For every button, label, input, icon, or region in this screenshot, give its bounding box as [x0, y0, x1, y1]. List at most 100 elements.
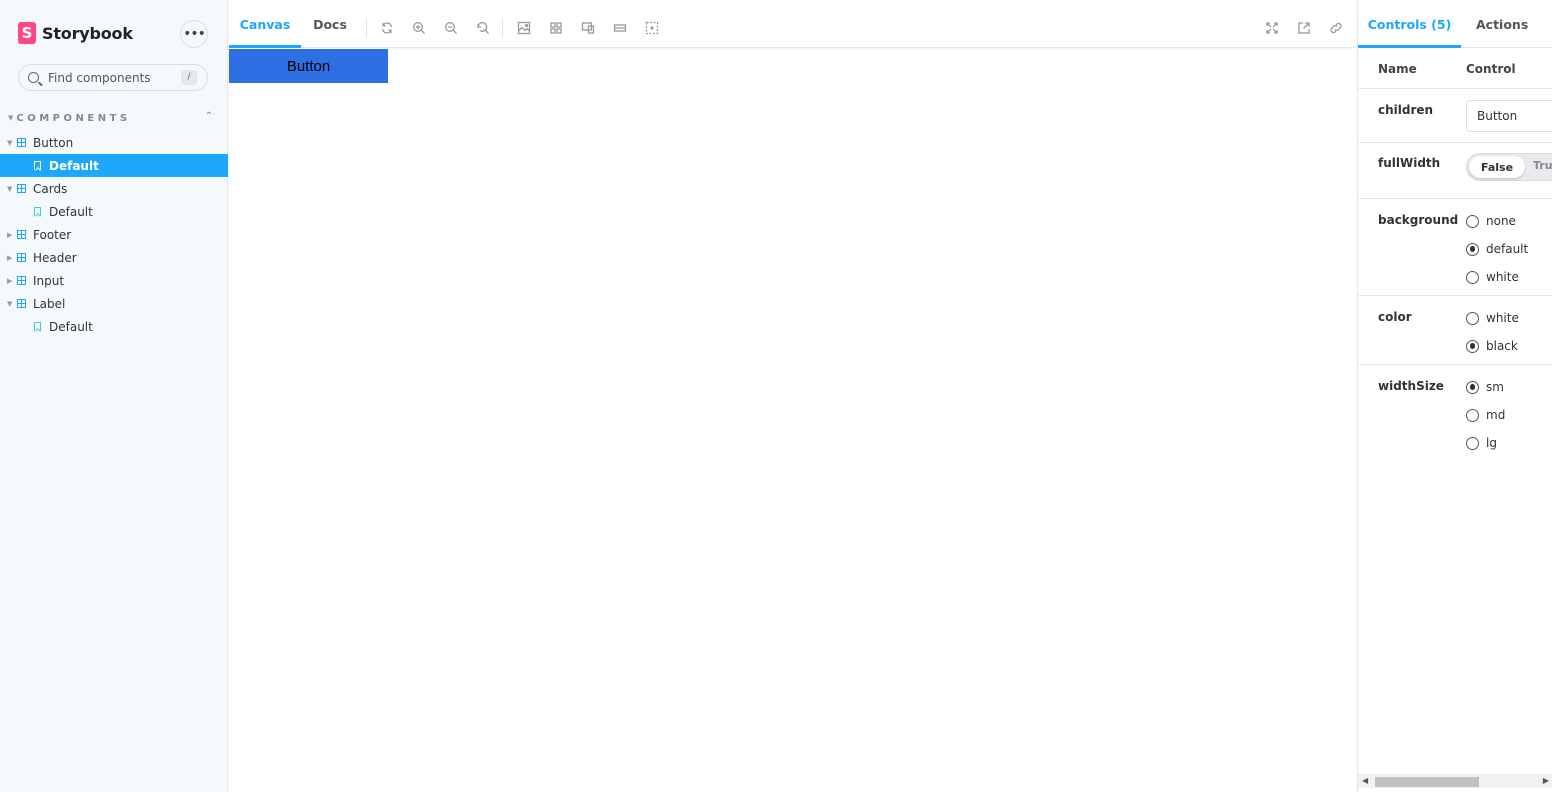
tree-item-label: Default	[49, 204, 93, 219]
radio-widthsize-sm[interactable]: sm	[1466, 379, 1504, 395]
control-row-children: children Button	[1358, 90, 1552, 143]
scroll-right-arrow-icon[interactable]: ▶	[1543, 776, 1549, 785]
radio-background-none[interactable]: none	[1466, 213, 1516, 229]
radio-color-black[interactable]: black	[1466, 338, 1518, 354]
radio-background-white[interactable]: white	[1466, 269, 1519, 285]
control-name: fullWidth	[1378, 156, 1441, 170]
tree-item-header[interactable]: ▶ Header	[0, 246, 228, 269]
radio-color-white[interactable]: white	[1466, 310, 1519, 326]
background-icon[interactable]	[517, 21, 531, 35]
tree-item-label-default[interactable]: Default	[0, 315, 228, 338]
radio-label: default	[1486, 242, 1529, 256]
control-name: widthSize	[1378, 379, 1444, 393]
scrollbar-thumb[interactable]	[1375, 777, 1479, 787]
search-icon	[28, 72, 39, 83]
measure-icon[interactable]	[613, 21, 627, 35]
story-icon	[34, 207, 41, 216]
radio-checked-icon[interactable]	[1466, 380, 1479, 394]
component-icon	[17, 230, 26, 239]
boolean-false-option[interactable]: False	[1469, 156, 1525, 178]
tree-item-cards[interactable]: ▼ Cards	[0, 177, 228, 200]
tab-docs[interactable]: Docs	[301, 0, 359, 48]
component-icon	[17, 299, 26, 308]
zoom-reset-icon[interactable]	[476, 21, 490, 35]
search-box[interactable]: /	[18, 64, 208, 91]
tab-actions[interactable]: Actions	[1476, 0, 1528, 48]
control-row-background: background none default white	[1358, 199, 1552, 296]
radio-label: white	[1486, 311, 1519, 325]
zoom-out-icon[interactable]	[444, 21, 458, 35]
panel-tabs: Controls (5) Actions	[1358, 0, 1552, 48]
brand[interactable]: S Storybook	[18, 22, 133, 44]
radio-label: lg	[1486, 436, 1497, 450]
radio-widthsize-md[interactable]: md	[1466, 407, 1505, 423]
radio-circle-icon[interactable]	[1466, 408, 1479, 422]
tree-item-label: Default	[49, 158, 99, 173]
boolean-true-option[interactable]: True	[1533, 159, 1552, 172]
tree-item-label[interactable]: ▼ Label	[0, 292, 228, 315]
tree-item-button-default[interactable]: Default	[0, 154, 228, 177]
tree-item-label: Header	[33, 250, 77, 265]
search-shortcut-key: /	[181, 70, 197, 85]
search-input[interactable]	[48, 70, 178, 85]
radio-circle-icon[interactable]	[1466, 311, 1479, 325]
components-section-header[interactable]: ▼ COMPONENTS ⌃	[8, 111, 213, 125]
preview-button[interactable]: Button	[229, 49, 388, 83]
chevron-right-icon: ▶	[7, 253, 13, 262]
copy-link-icon[interactable]	[1329, 21, 1343, 35]
column-header-control: Control	[1466, 62, 1516, 76]
chevron-right-icon: ▶	[7, 230, 13, 239]
radio-circle-icon[interactable]	[1466, 214, 1479, 228]
scroll-left-arrow-icon[interactable]: ◀	[1362, 776, 1368, 785]
fullscreen-icon[interactable]	[1265, 21, 1279, 35]
tree-item-label: Button	[33, 135, 74, 150]
tree-item-label: Label	[33, 296, 66, 311]
radio-label: black	[1486, 339, 1518, 353]
radio-checked-icon[interactable]	[1466, 242, 1479, 256]
toolbar-divider	[366, 18, 367, 38]
component-icon	[17, 138, 26, 147]
radio-circle-icon[interactable]	[1466, 436, 1479, 450]
radio-widthsize-lg[interactable]: lg	[1466, 435, 1497, 451]
controls-table-header: Name Control	[1358, 49, 1552, 89]
open-new-tab-icon[interactable]	[1297, 21, 1311, 35]
chevron-down-icon: ▼	[8, 114, 14, 122]
tree-item-label: Footer	[33, 227, 72, 242]
control-row-fullwidth: fullWidth False True	[1358, 143, 1552, 199]
tree-item-footer[interactable]: ▶ Footer	[0, 223, 228, 246]
radio-label: md	[1486, 408, 1506, 422]
expand-collapse-icon[interactable]: ⌃	[205, 111, 213, 122]
tree-item-button[interactable]: ▼ Button	[0, 131, 228, 154]
component-tree: ▼ Button Default ▼ Cards Default ▶ Foote…	[0, 131, 228, 338]
sidebar-menu-button[interactable]: •••	[180, 20, 208, 48]
story-icon	[34, 322, 41, 331]
radio-label: none	[1486, 214, 1516, 228]
tree-item-input[interactable]: ▶ Input	[0, 269, 228, 292]
children-text-input[interactable]: Button	[1466, 100, 1552, 132]
chevron-down-icon: ▼	[7, 184, 13, 193]
component-icon	[17, 253, 26, 262]
brand-name: Storybook	[42, 23, 133, 43]
tab-canvas[interactable]: Canvas	[229, 0, 301, 48]
radio-label: white	[1486, 270, 1519, 284]
viewport-icon[interactable]	[581, 21, 595, 35]
component-icon	[17, 184, 26, 193]
preview-toolbar: Canvas Docs	[229, 0, 1356, 48]
tree-item-cards-default[interactable]: Default	[0, 200, 228, 223]
radio-circle-icon[interactable]	[1466, 270, 1479, 284]
control-name: background	[1378, 213, 1459, 227]
column-header-name: Name	[1378, 62, 1417, 76]
grid-icon[interactable]	[549, 21, 563, 35]
outline-icon[interactable]	[645, 21, 659, 35]
radio-checked-icon[interactable]	[1466, 339, 1479, 353]
tree-item-label: Default	[49, 319, 93, 334]
section-title: COMPONENTS	[16, 112, 131, 124]
fullwidth-boolean-toggle[interactable]: False True	[1466, 153, 1552, 181]
preview-canvas[interactable]: Button	[229, 49, 1356, 792]
tab-controls[interactable]: Controls (5)	[1358, 0, 1461, 48]
reload-icon[interactable]	[380, 21, 394, 35]
chevron-down-icon: ▼	[7, 138, 13, 147]
zoom-in-icon[interactable]	[412, 21, 426, 35]
radio-background-default[interactable]: default	[1466, 241, 1528, 257]
horizontal-scrollbar[interactable]: ◀ ▶	[1358, 774, 1552, 788]
